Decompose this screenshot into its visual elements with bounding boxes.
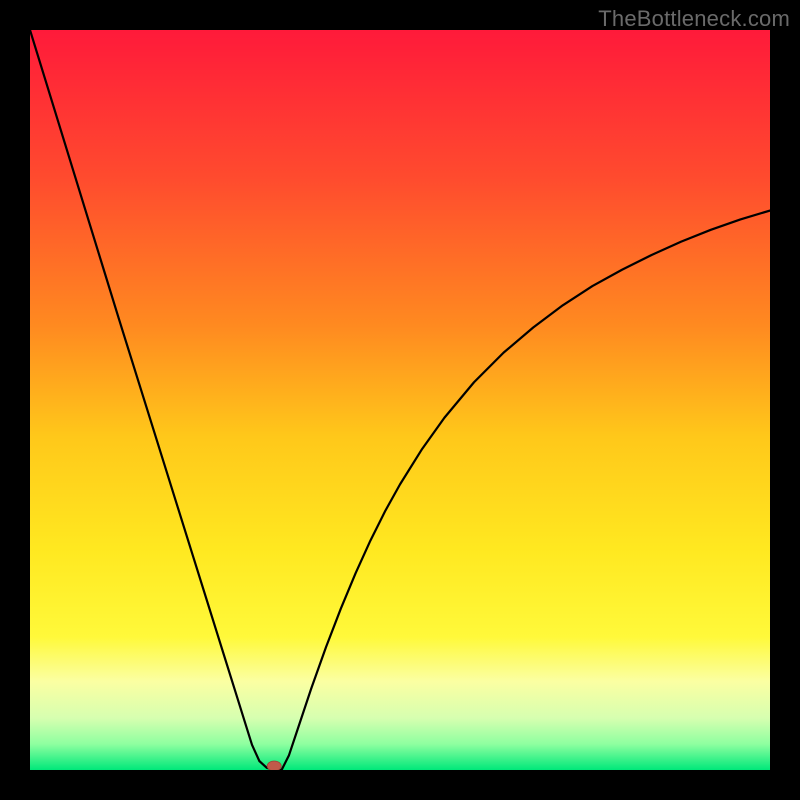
plot-area (30, 30, 770, 770)
attribution-label: TheBottleneck.com (598, 6, 790, 32)
chart-frame: TheBottleneck.com (0, 0, 800, 800)
optimal-point-marker (267, 761, 281, 770)
gradient-background (30, 30, 770, 770)
bottleneck-chart (30, 30, 770, 770)
